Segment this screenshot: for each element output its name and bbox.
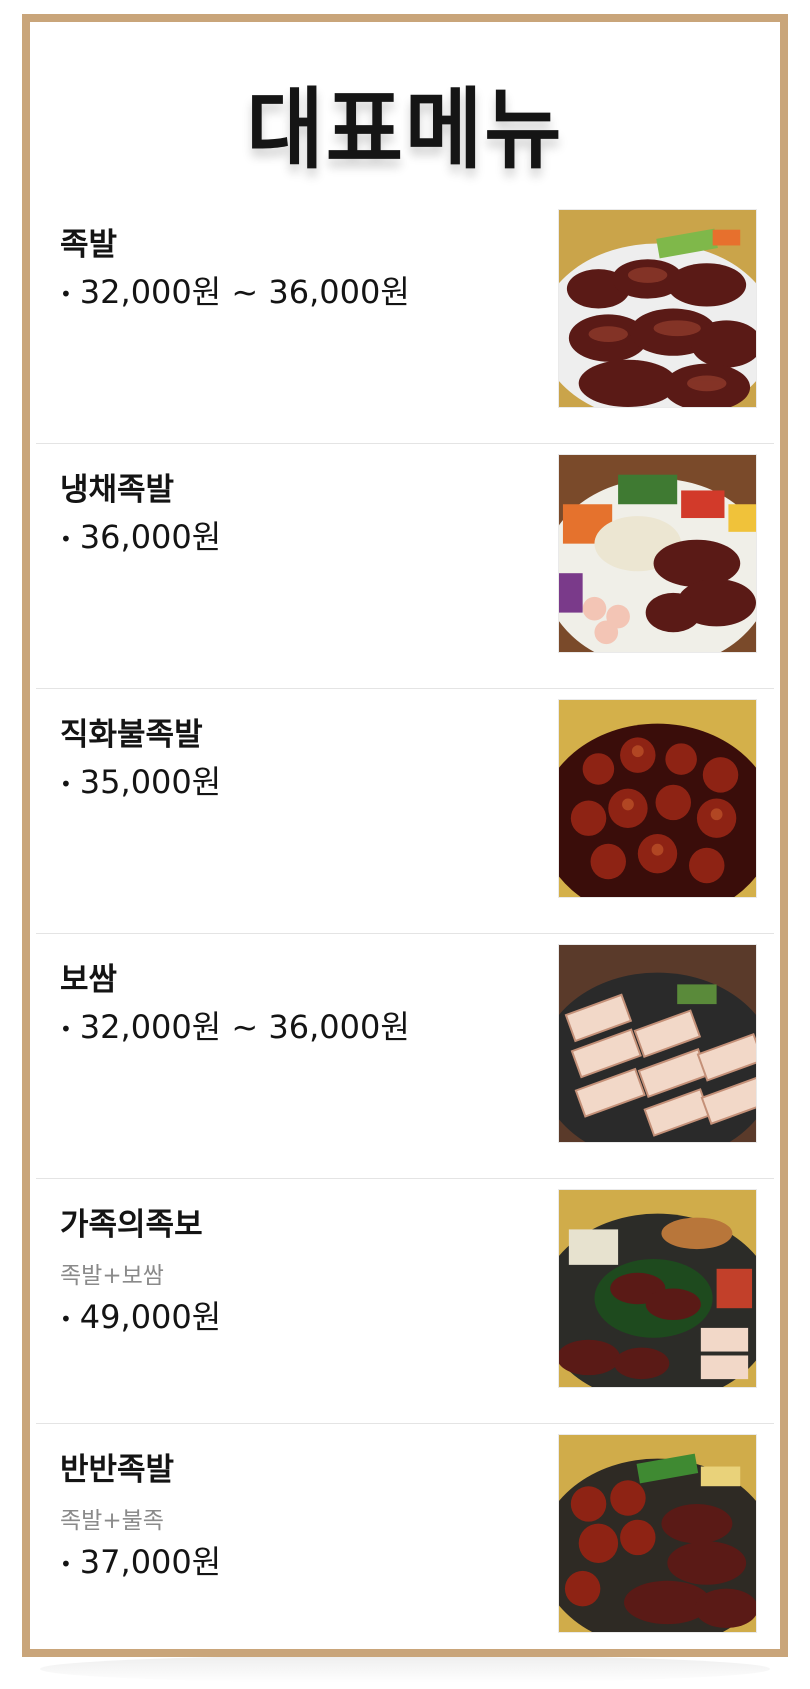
menu-item-name: 냉채족발 xyxy=(60,472,175,508)
bullet-icon: • xyxy=(60,282,72,306)
jokbal-photo xyxy=(558,209,757,408)
menu-item-name: 족발 xyxy=(60,227,118,263)
menu-item-cold-jokbal[interactable]: 냉채족발 • 36,000원 xyxy=(30,444,780,689)
page-title: 대표메뉴 xyxy=(246,77,564,181)
half-half-photo xyxy=(558,1434,757,1633)
menu-item-name: 반반족발 xyxy=(60,1452,175,1488)
menu-item-jokbal[interactable]: 족발 • 32,000원 ~ 36,000원 xyxy=(30,199,780,444)
bullet-icon: • xyxy=(60,1307,72,1331)
menu-item-price: • 36,000원 xyxy=(60,518,222,556)
menu-item-name: 보쌈 xyxy=(60,962,118,998)
menu-item-price: • 49,000원 xyxy=(60,1298,222,1336)
menu-item-half-half[interactable]: 반반족발 족발+불족 • 37,000원 xyxy=(30,1424,780,1669)
menu-item-price: • 32,000원 ~ 36,000원 xyxy=(60,1008,410,1046)
menu-item-name: 직화불족발 xyxy=(60,717,203,753)
menu-item-price: • 37,000원 xyxy=(60,1543,222,1581)
cold-jokbal-photo xyxy=(558,454,757,653)
menu-item-fire-jokbal[interactable]: 직화불족발 • 35,000원 xyxy=(30,689,780,934)
menu-item-price: • 32,000원 ~ 36,000원 xyxy=(60,273,410,311)
bullet-icon: • xyxy=(60,1017,72,1041)
bullet-icon: • xyxy=(60,1552,72,1576)
fire-jokbal-photo xyxy=(558,699,757,898)
title-area: 대표메뉴 xyxy=(30,62,780,182)
bullet-icon: • xyxy=(60,772,72,796)
menu-item-price: • 35,000원 xyxy=(60,763,222,801)
menu-board: 대표메뉴 족발 • 32,000원 ~ 36,000원 냉채족발 • 36,00… xyxy=(22,14,788,1657)
bullet-icon: • xyxy=(60,527,72,551)
bossam-photo xyxy=(558,944,757,1143)
menu-item-name: 가족의족보 xyxy=(60,1207,203,1243)
menu-item-description: 족발+보쌈 xyxy=(60,1263,164,1289)
menu-item-family-set[interactable]: 가족의족보 족발+보쌈 • 49,000원 xyxy=(30,1179,780,1424)
menu-item-bossam[interactable]: 보쌈 • 32,000원 ~ 36,000원 xyxy=(30,934,780,1179)
menu-item-description: 족발+불족 xyxy=(60,1508,164,1534)
family-set-photo xyxy=(558,1189,757,1388)
